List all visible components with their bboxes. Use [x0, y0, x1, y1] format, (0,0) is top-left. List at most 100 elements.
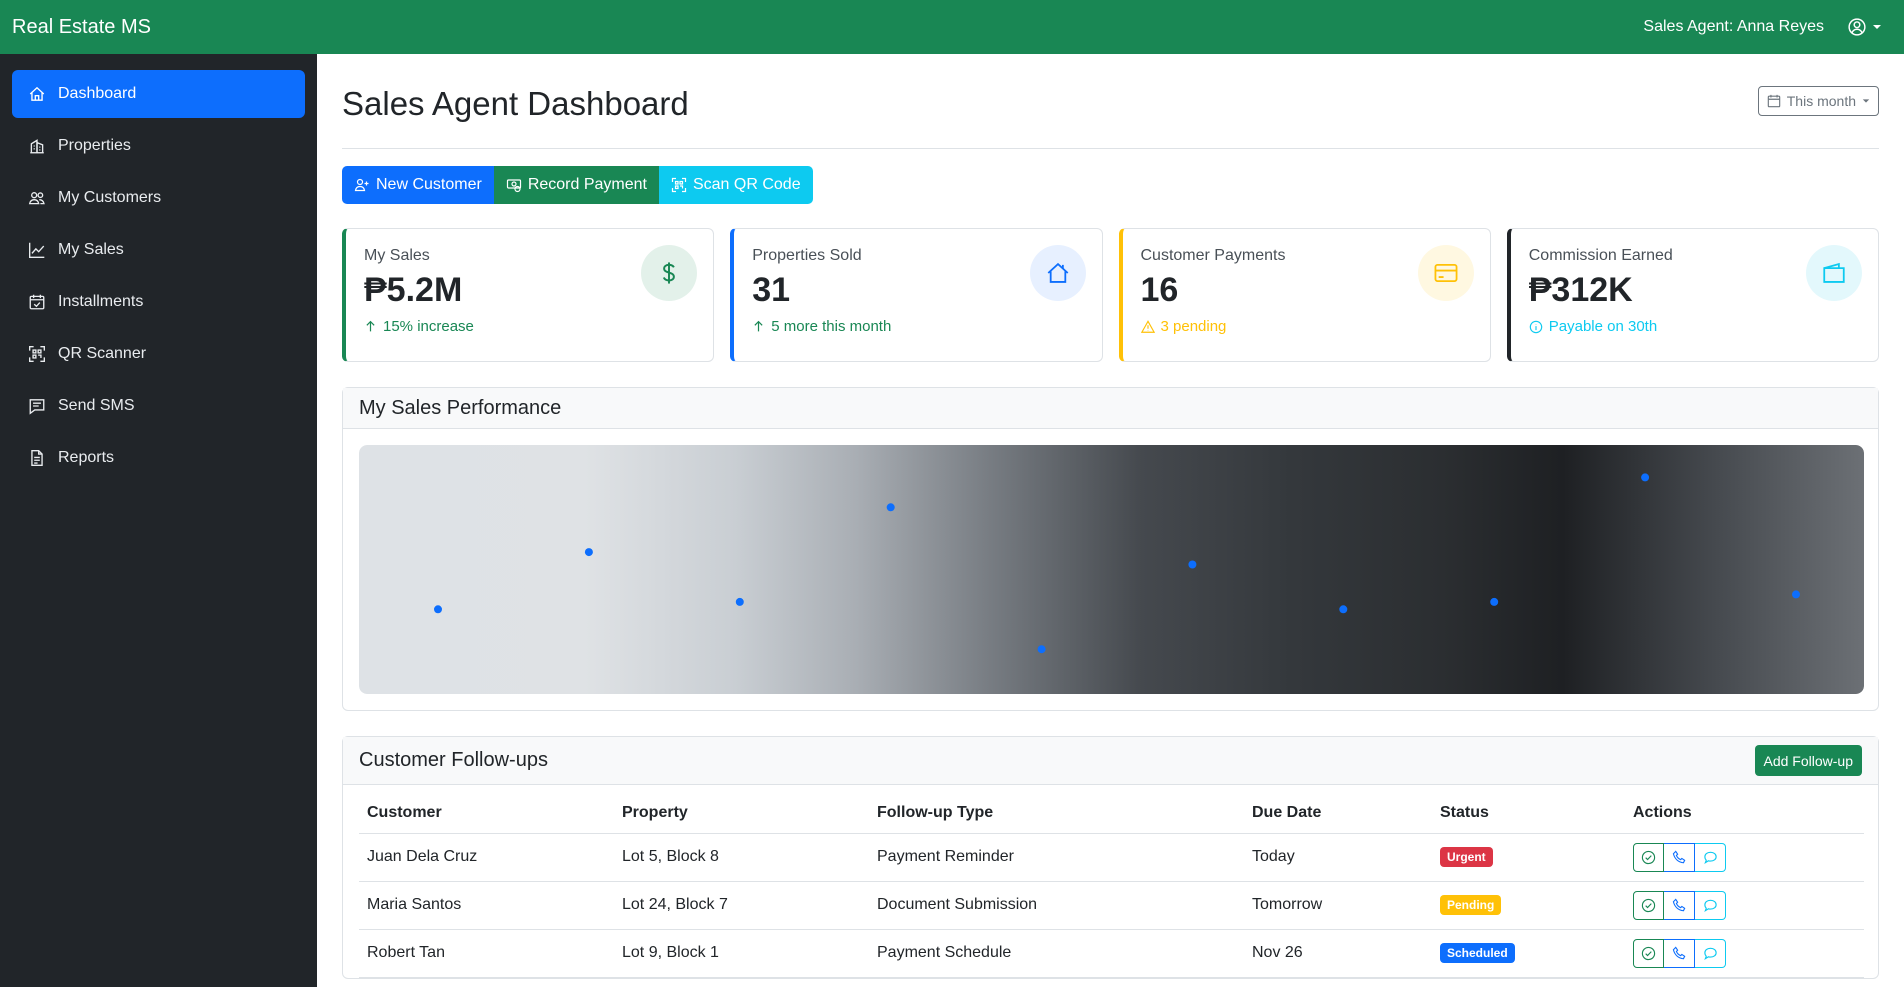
row-action-group — [1633, 842, 1726, 872]
call-button[interactable] — [1664, 938, 1695, 968]
telephone-icon — [1672, 946, 1685, 959]
table-row[interactable]: Robert Tan Lot 9, Block 1 Payment Schedu… — [359, 929, 1864, 978]
brand-name[interactable]: Real Estate MS — [12, 16, 151, 39]
record-payment-label: Record Payment — [527, 176, 647, 193]
stat-card-properties-sold[interactable]: Properties Sold 31 5 more this month — [730, 228, 1103, 362]
sidebar-item-my-sales[interactable]: My Sales — [12, 226, 305, 274]
cell-property: Lot 24, Block 7 — [614, 881, 869, 930]
sidebar-item-send-sms[interactable]: Send SMS — [12, 382, 305, 430]
sidebar: Dashboard Properties My Customers My Sal… — [0, 54, 317, 987]
customer-followups-panel: Customer Follow-ups Add Follow-up Custom… — [342, 736, 1879, 979]
cell-property: Lot 5, Block 8 — [614, 833, 869, 882]
sidebar-item-dashboard[interactable]: Dashboard — [12, 70, 305, 118]
add-followup-button[interactable]: Add Follow-up — [1754, 745, 1862, 776]
chat-icon — [1703, 899, 1717, 912]
cell-customer: Juan Dela Cruz — [359, 833, 614, 882]
sidebar-item-label: Installments — [58, 293, 144, 310]
period-dropdown[interactable]: This month — [1757, 86, 1879, 116]
cell-due-date: Today — [1244, 833, 1432, 882]
cell-followup-type: Payment Reminder — [869, 833, 1244, 882]
record-payment-button[interactable]: Record Payment — [493, 166, 659, 204]
wallet-icon — [1823, 262, 1845, 283]
stat-card-icon — [641, 245, 698, 301]
stat-cards: My Sales ₱5.2M 15% increase Properties S… — [342, 228, 1879, 362]
chat-text-icon — [29, 399, 45, 415]
check-circle-icon — [1641, 850, 1656, 864]
call-button[interactable] — [1664, 842, 1695, 872]
cell-customer: Maria Santos — [359, 881, 614, 930]
table-row[interactable]: Juan Dela Cruz Lot 5, Block 8 Payment Re… — [359, 833, 1864, 882]
data-point — [735, 597, 744, 606]
chart-background — [359, 445, 1864, 694]
call-button[interactable] — [1664, 890, 1695, 920]
calendar-icon — [1767, 94, 1781, 108]
stat-card-sub-text: 15% increase — [383, 318, 474, 335]
scan-qr-button[interactable]: Scan QR Code — [658, 166, 813, 204]
page-title: Sales Agent Dashboard — [342, 85, 689, 122]
data-point — [1339, 605, 1348, 614]
sidebar-item-label: Dashboard — [58, 85, 137, 102]
data-point — [886, 503, 895, 512]
followups-title: Customer Follow-ups — [359, 749, 548, 771]
sidebar-item-installments[interactable]: Installments — [12, 278, 305, 326]
sidebar-item-my-customers[interactable]: My Customers — [12, 174, 305, 222]
scatter-plot — [359, 445, 1864, 694]
sidebar-item-properties[interactable]: Properties — [12, 122, 305, 170]
cell-actions — [1625, 833, 1864, 882]
stat-card-icon — [1806, 245, 1862, 301]
stat-card-customer-payments[interactable]: Customer Payments 16 3 pending — [1118, 228, 1491, 362]
table-row[interactable]: Maria Santos Lot 24, Block 7 Document Su… — [359, 881, 1864, 930]
warning-icon — [1140, 319, 1155, 333]
data-point — [434, 605, 442, 614]
column-header: Follow-up Type — [869, 793, 1244, 834]
stat-card-commission[interactable]: Commission Earned ₱312K Payable on 30th — [1506, 228, 1879, 362]
row-action-group — [1633, 890, 1726, 920]
data-point — [584, 548, 593, 557]
period-label: This month — [1786, 93, 1856, 109]
complete-button[interactable] — [1633, 938, 1664, 968]
graph-up-icon — [29, 242, 45, 258]
house-icon — [29, 86, 45, 101]
calendar-check-icon — [29, 294, 45, 310]
top-navbar: Real Estate MS Sales Agent: Anna Reyes — [0, 0, 1904, 54]
new-customer-button[interactable]: New Customer — [342, 166, 494, 204]
check-circle-icon — [1641, 898, 1656, 912]
sidebar-item-label: QR Scanner — [58, 345, 147, 362]
column-header: Due Date — [1244, 793, 1432, 834]
sidebar-item-qr-scanner[interactable]: QR Scanner — [12, 330, 305, 378]
data-point — [1490, 597, 1499, 606]
stat-card-my-sales[interactable]: My Sales ₱5.2M 15% increase — [342, 228, 715, 362]
qr-scan-icon — [29, 346, 45, 362]
message-button[interactable] — [1695, 842, 1726, 872]
cell-actions — [1625, 881, 1864, 930]
page-header: Sales Agent Dashboard This month — [342, 54, 1879, 149]
stat-card-sub: Payable on 30th — [1529, 318, 1860, 335]
stat-card-sub: 5 more this month — [752, 318, 1083, 335]
column-header: Actions — [1625, 793, 1864, 834]
chat-icon — [1703, 947, 1717, 960]
status-badge: Scheduled — [1440, 943, 1515, 963]
complete-button[interactable] — [1633, 890, 1664, 920]
house-icon — [1047, 262, 1068, 283]
arrow-up-icon — [754, 320, 763, 332]
column-header: Property — [614, 793, 869, 834]
cell-status: Urgent — [1432, 833, 1625, 882]
person-plus-icon — [354, 178, 369, 192]
new-customer-label: New Customer — [376, 176, 482, 193]
sidebar-item-reports[interactable]: Reports — [12, 434, 305, 482]
stat-card-sub-text: 3 pending — [1160, 318, 1227, 335]
message-button[interactable] — [1695, 890, 1726, 920]
caret-down-icon — [1862, 99, 1870, 103]
sales-performance-chart — [359, 445, 1864, 694]
user-role-label: Sales Agent: Anna Reyes — [1643, 18, 1824, 35]
cash-coin-icon — [506, 179, 521, 193]
user-menu-dropdown[interactable] — [1848, 18, 1882, 36]
complete-button[interactable] — [1633, 842, 1664, 872]
cell-followup-type: Payment Schedule — [869, 929, 1244, 978]
message-button[interactable] — [1695, 938, 1726, 968]
table-header-row: Customer Property Follow-up Type Due Dat… — [359, 793, 1864, 834]
chat-icon — [1703, 851, 1717, 864]
cell-due-date: Tomorrow — [1244, 881, 1432, 930]
telephone-icon — [1672, 850, 1685, 863]
stat-card-icon — [1417, 245, 1474, 301]
